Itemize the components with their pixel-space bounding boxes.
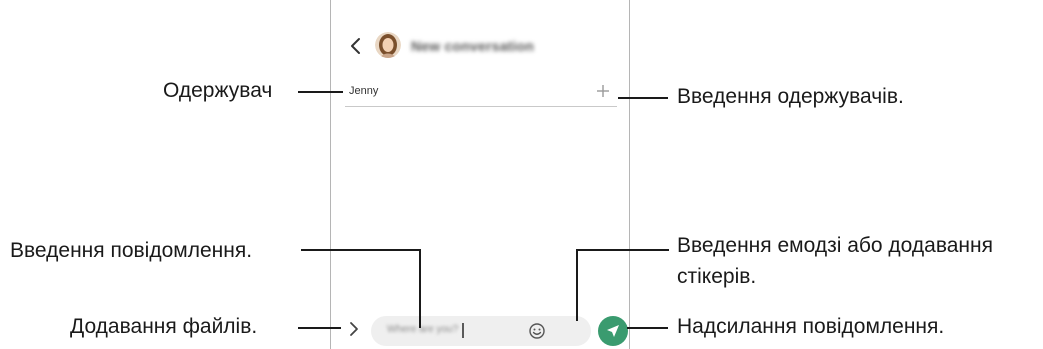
recipient-field[interactable]: Jenny [345,78,617,107]
conversation-title: New conversation [411,38,535,54]
callout-enter-message: Введення повідомлення. [10,239,253,262]
leader-line-emoji-h [576,249,669,251]
attach-chevron-icon[interactable] [348,321,360,337]
add-recipient-icon[interactable] [595,83,611,99]
contact-avatar[interactable] [375,32,401,58]
callout-send-message: Надсилання повідомлення. [677,315,945,338]
phone-screen: New conversation Jenny Where are you? [330,0,630,349]
callout-emoji-stickers: Введення емодзі або додавання стікерів. [677,234,993,288]
leader-line-send-message [627,327,668,329]
leader-line-recipient [298,91,343,93]
send-icon [607,325,619,337]
leader-line-enter-message-h [301,249,420,251]
callout-enter-recipients: Введення одержувачів. [677,85,904,108]
text-cursor [462,323,464,338]
recipient-chip[interactable]: Jenny [349,85,378,97]
callout-recipient: Одержувач [163,79,273,102]
callout-attach-files: Додавання файлів. [70,315,258,338]
leader-line-attach-files [298,327,341,329]
message-input-text: Where are you? [387,324,459,335]
emoji-icon[interactable] [528,322,546,340]
back-arrow-icon[interactable] [349,37,363,55]
leader-line-enter-message-v [419,249,421,328]
leader-line-enter-recipients [618,97,668,99]
send-button[interactable] [598,316,628,346]
message-input[interactable]: Where are you? [371,316,591,346]
leader-line-emoji-v [576,249,578,321]
